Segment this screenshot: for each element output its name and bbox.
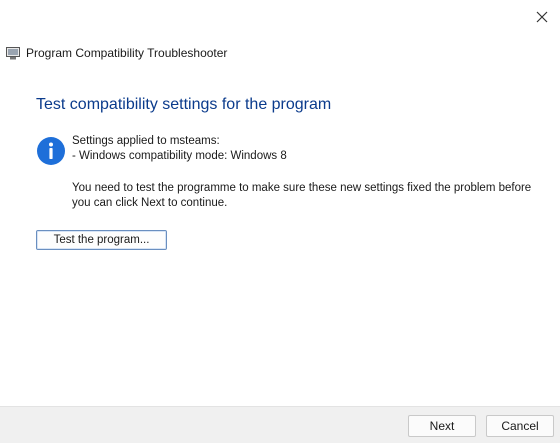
window-titlebar: Program Compatibility Troubleshooter	[6, 46, 227, 60]
info-icon	[37, 137, 65, 165]
test-program-button[interactable]: Test the program...	[36, 230, 167, 250]
close-icon	[536, 11, 548, 23]
cancel-button[interactable]: Cancel	[486, 415, 554, 437]
compat-mode-text: - Windows compatibility mode: Windows 8	[72, 150, 287, 162]
troubleshooter-icon	[6, 46, 20, 59]
next-button[interactable]: Next	[408, 415, 476, 437]
settings-applied-text: Settings applied to msteams:	[72, 135, 220, 147]
page-heading: Test compatibility settings for the prog…	[36, 96, 332, 113]
test-instructions: You need to test the programme to make s…	[72, 182, 532, 209]
close-button[interactable]	[528, 4, 556, 30]
dialog-footer: Next Cancel	[0, 406, 560, 443]
window-title: Program Compatibility Troubleshooter	[26, 46, 228, 60]
troubleshooter-window: Program Compatibility Troubleshooter Tes…	[0, 0, 560, 443]
settings-applied-block: Settings applied to msteams: - Windows c…	[72, 134, 287, 164]
